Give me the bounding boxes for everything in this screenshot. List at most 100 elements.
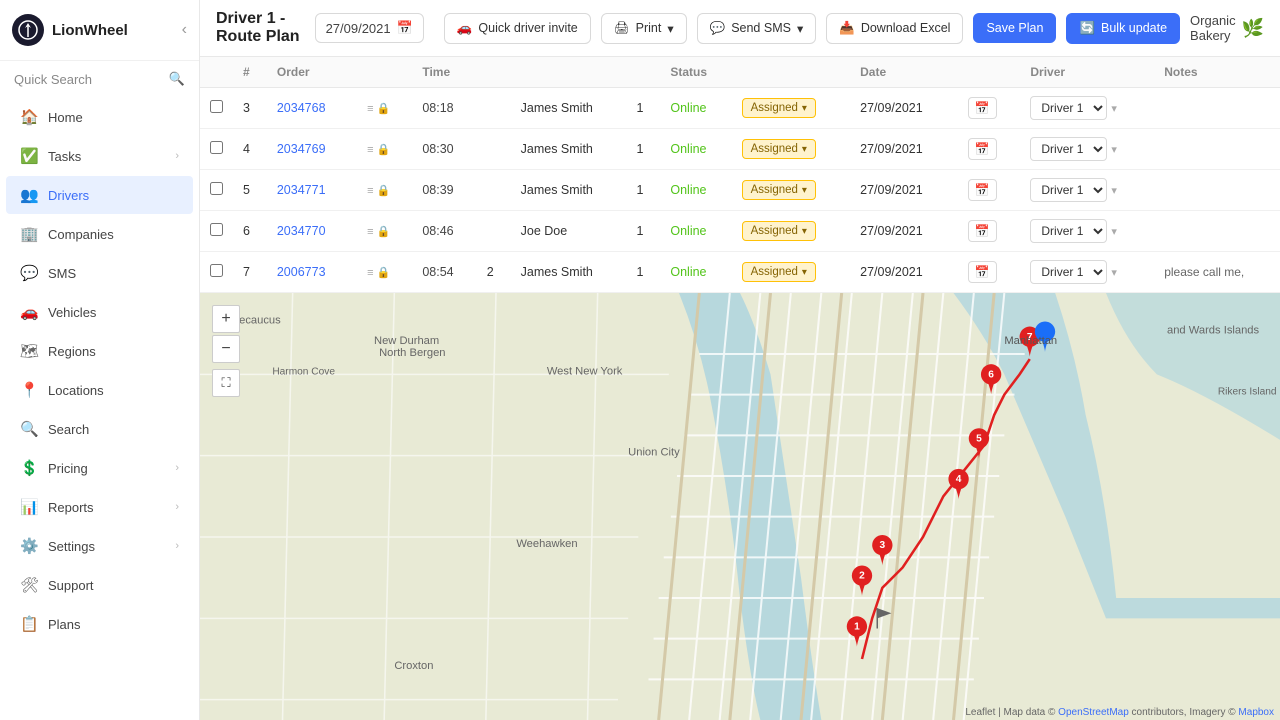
sidebar-item-pricing[interactable]: 💲 Pricing › bbox=[6, 449, 193, 487]
search-nav-icon: 🔍 bbox=[20, 420, 38, 438]
mapbox-link[interactable]: Mapbox bbox=[1238, 707, 1274, 718]
svg-text:West New York: West New York bbox=[547, 365, 623, 377]
table-row: 3 2034768 ≡ 🔒 08:18 James Smith 1 Online… bbox=[200, 88, 1280, 129]
svg-text:6: 6 bbox=[988, 369, 994, 380]
sidebar-item-plans[interactable]: 📋 Plans bbox=[6, 605, 193, 643]
row-driver-cell: Driver 1 Driver 2 Driver 3 ▾ bbox=[1020, 211, 1154, 252]
save-plan-button[interactable]: Save Plan bbox=[973, 13, 1056, 43]
download-excel-button[interactable]: 📥 Download Excel bbox=[826, 13, 963, 44]
row-checkbox[interactable] bbox=[210, 223, 223, 236]
print-button[interactable]: 🖨 Print ▾ bbox=[601, 13, 687, 44]
row-assigned-cell: Assigned ▾ bbox=[732, 252, 851, 293]
order-link[interactable]: 2006773 bbox=[277, 265, 326, 279]
expand-map-button[interactable]: ⛶ bbox=[212, 369, 240, 397]
order-list-icon: ≡ bbox=[367, 267, 373, 279]
send-sms-button[interactable]: 💬 Send SMS ▾ bbox=[697, 13, 817, 44]
col-customer bbox=[511, 57, 627, 88]
status-label: Online bbox=[670, 101, 706, 115]
date-icon-button[interactable]: 📅 bbox=[968, 138, 997, 160]
sidebar-item-search[interactable]: 🔍 Search bbox=[6, 410, 193, 448]
leaf-icon: 🌿 bbox=[1242, 18, 1264, 39]
row-customer-packages: 1 bbox=[627, 252, 661, 293]
plans-nav-label: Plans bbox=[48, 617, 179, 632]
row-checkbox[interactable] bbox=[210, 264, 223, 277]
sidebar-item-sms[interactable]: 💬 SMS bbox=[6, 254, 193, 292]
sidebar-item-settings[interactable]: ⚙️ Settings › bbox=[6, 527, 193, 565]
map-controls: + − ⛶ bbox=[212, 305, 240, 397]
quick-invite-button[interactable]: 🚗 Quick driver invite bbox=[444, 13, 591, 44]
osm-link[interactable]: OpenStreetMap bbox=[1058, 707, 1129, 718]
assigned-badge[interactable]: Assigned ▾ bbox=[742, 262, 816, 282]
date-icon-button[interactable]: 📅 bbox=[968, 261, 997, 283]
row-order-id: 2034770 bbox=[267, 211, 353, 252]
order-lock-icon: 🔒 bbox=[377, 225, 391, 238]
row-order-icons: ≡ 🔒 bbox=[353, 129, 412, 170]
driver-select[interactable]: Driver 1 Driver 2 Driver 3 bbox=[1030, 137, 1107, 161]
date-icon-button[interactable]: 📅 bbox=[968, 97, 997, 119]
order-link[interactable]: 2034770 bbox=[277, 224, 326, 238]
assigned-badge[interactable]: Assigned ▾ bbox=[742, 221, 816, 241]
bulk-update-label: Bulk update bbox=[1101, 21, 1167, 35]
row-date-icon-cell: 📅 bbox=[954, 129, 1021, 170]
assigned-badge[interactable]: Assigned ▾ bbox=[742, 139, 816, 159]
row-time: 08:54 bbox=[412, 252, 476, 293]
col-time: Time bbox=[412, 57, 476, 88]
map-svg: 1 2 3 bbox=[200, 293, 1280, 720]
date-icon-button[interactable]: 📅 bbox=[968, 220, 997, 242]
date-picker-button[interactable]: 27/09/2021 📅 bbox=[315, 13, 424, 43]
col-date-icon bbox=[954, 57, 1021, 88]
row-checkbox[interactable] bbox=[210, 141, 223, 154]
zoom-in-button[interactable]: + bbox=[212, 305, 240, 333]
col-assigned bbox=[732, 57, 851, 88]
drivers-nav-label: Drivers bbox=[48, 188, 179, 203]
driver-select[interactable]: Driver 1 Driver 2 Driver 3 bbox=[1030, 178, 1107, 202]
row-status: Online bbox=[660, 252, 731, 293]
order-list-icon: ≡ bbox=[367, 144, 373, 156]
row-date: 27/09/2021 bbox=[850, 211, 954, 252]
sidebar-item-vehicles[interactable]: 🚗 Vehicles bbox=[6, 293, 193, 331]
driver-select[interactable]: Driver 1 Driver 2 Driver 3 bbox=[1030, 96, 1107, 120]
driver-select[interactable]: Driver 1 Driver 2 Driver 3 bbox=[1030, 219, 1107, 243]
map-container: 1 2 3 bbox=[200, 293, 1280, 720]
settings-nav-icon: ⚙️ bbox=[20, 537, 38, 555]
row-date: 27/09/2021 bbox=[850, 170, 954, 211]
zoom-out-button[interactable]: − bbox=[212, 335, 240, 363]
row-note bbox=[1154, 129, 1280, 170]
badge-chevron-icon: ▾ bbox=[802, 226, 807, 237]
search-icon[interactable]: 🔍 bbox=[169, 71, 185, 87]
sidebar-item-tasks[interactable]: ✅ Tasks › bbox=[6, 137, 193, 175]
sidebar-item-drivers[interactable]: 👥 Drivers bbox=[6, 176, 193, 214]
svg-text:1: 1 bbox=[854, 622, 860, 633]
order-link[interactable]: 2034768 bbox=[277, 101, 326, 115]
orders-table: # Order Time Status Date Driver Notes bbox=[200, 57, 1280, 293]
status-label: Online bbox=[670, 224, 706, 238]
sidebar-collapse-button[interactable]: ‹ bbox=[182, 21, 187, 39]
row-checkbox[interactable] bbox=[210, 100, 223, 113]
order-link[interactable]: 2034771 bbox=[277, 183, 326, 197]
order-link[interactable]: 2034769 bbox=[277, 142, 326, 156]
sidebar-item-companies[interactable]: 🏢 Companies bbox=[6, 215, 193, 253]
table-body: 3 2034768 ≡ 🔒 08:18 James Smith 1 Online… bbox=[200, 88, 1280, 293]
row-assigned-cell: Assigned ▾ bbox=[732, 88, 851, 129]
assigned-badge[interactable]: Assigned ▾ bbox=[742, 98, 816, 118]
app-name: LionWheel bbox=[52, 22, 128, 39]
sidebar-item-support[interactable]: 🛠 Support bbox=[6, 566, 193, 604]
sidebar-item-locations[interactable]: 📍 Locations bbox=[6, 371, 193, 409]
row-order-icons: ≡ 🔒 bbox=[353, 88, 412, 129]
excel-icon: 📥 bbox=[839, 21, 855, 36]
sidebar-item-regions[interactable]: 🗺 Regions bbox=[6, 332, 193, 370]
support-nav-label: Support bbox=[48, 578, 179, 593]
date-icon-button[interactable]: 📅 bbox=[968, 179, 997, 201]
locations-nav-icon: 📍 bbox=[20, 381, 38, 399]
row-checkbox[interactable] bbox=[210, 182, 223, 195]
driver-select[interactable]: Driver 1 Driver 2 Driver 3 bbox=[1030, 260, 1107, 284]
pricing-nav-icon: 💲 bbox=[20, 459, 38, 477]
order-lock-icon: 🔒 bbox=[377, 143, 391, 156]
row-customer: Joe Doe bbox=[511, 211, 627, 252]
col-date: Date bbox=[850, 57, 954, 88]
assigned-badge[interactable]: Assigned ▾ bbox=[742, 180, 816, 200]
row-driver-cell: Driver 1 Driver 2 Driver 3 ▾ bbox=[1020, 129, 1154, 170]
bulk-update-button[interactable]: 🔄 Bulk update bbox=[1066, 13, 1180, 44]
sidebar-item-reports[interactable]: 📊 Reports › bbox=[6, 488, 193, 526]
sidebar-item-home[interactable]: 🏠 Home bbox=[6, 98, 193, 136]
